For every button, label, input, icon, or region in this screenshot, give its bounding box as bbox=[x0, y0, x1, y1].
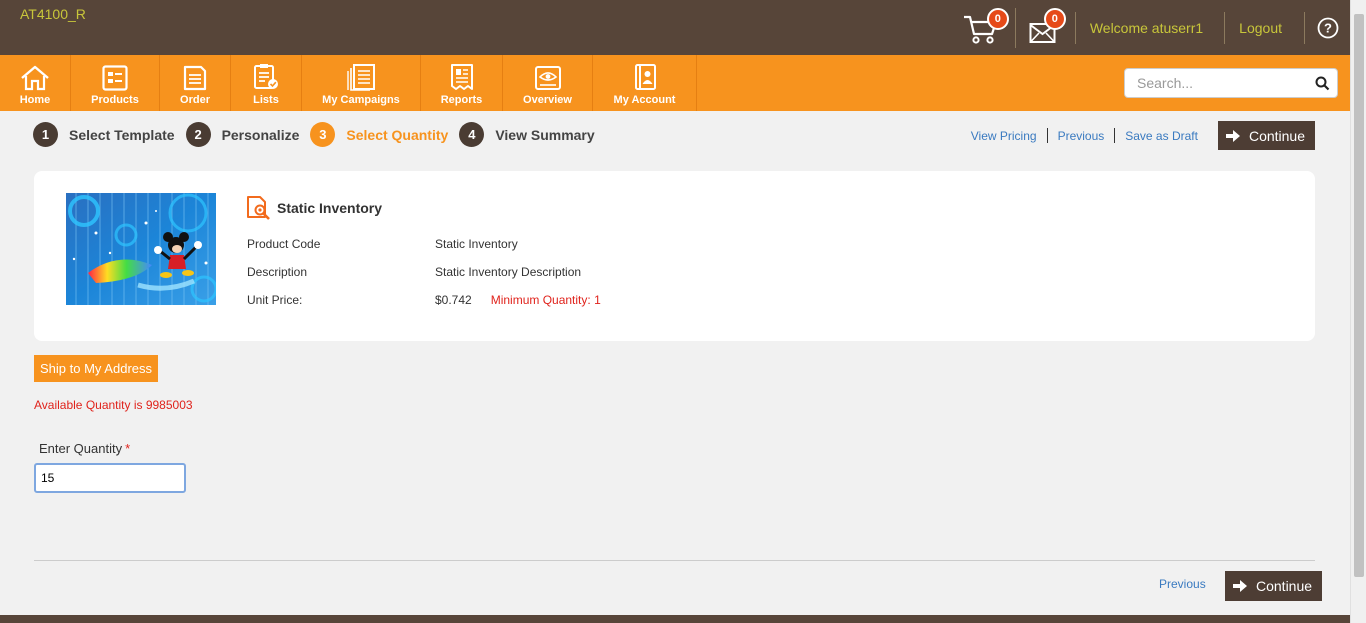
step-actions: View Pricing Previous Save as Draft Cont… bbox=[971, 121, 1315, 150]
step-label: Select Template bbox=[69, 126, 175, 143]
arrow-right-icon bbox=[1233, 580, 1247, 592]
step-number: 4 bbox=[459, 122, 485, 147]
order-icon bbox=[183, 65, 207, 91]
lists-icon bbox=[254, 64, 278, 89]
products-icon bbox=[102, 65, 128, 91]
mail-count-badge: 0 bbox=[1043, 7, 1066, 30]
product-title-row: Static Inventory bbox=[246, 195, 382, 220]
inventory-search-icon bbox=[247, 196, 270, 220]
cart-button[interactable]: 0 bbox=[957, 7, 1013, 48]
arrow-right-icon bbox=[1225, 129, 1240, 142]
campaigns-icon bbox=[347, 64, 375, 91]
detail-value: Static Inventory Description bbox=[435, 265, 582, 279]
product-details: Product Code Static Inventory Descriptio… bbox=[247, 237, 601, 321]
cart-count-badge: 0 bbox=[986, 7, 1009, 30]
messages-button[interactable]: 0 bbox=[1014, 7, 1075, 48]
continue-label: Continue bbox=[1248, 127, 1305, 144]
continue-button-top[interactable]: Continue bbox=[1217, 121, 1315, 150]
nav-overview[interactable]: Overview bbox=[503, 55, 593, 111]
quantity-input[interactable] bbox=[34, 463, 186, 493]
nav-my-account[interactable]: My Account bbox=[593, 55, 697, 111]
divider bbox=[1114, 128, 1116, 143]
nav-products[interactable]: Products bbox=[71, 55, 160, 111]
ship-to-my-address-button[interactable]: Ship to My Address bbox=[34, 355, 158, 382]
step-select-template[interactable]: 1 Select Template bbox=[33, 122, 175, 147]
product-thumbnail bbox=[66, 193, 216, 305]
step-label: View Summary bbox=[495, 126, 595, 143]
svg-text:?: ? bbox=[1324, 20, 1332, 35]
step-label: Personalize bbox=[221, 126, 300, 143]
detail-key: Description bbox=[247, 265, 308, 279]
overview-icon bbox=[534, 66, 561, 90]
nav-order[interactable]: Order bbox=[160, 55, 231, 111]
unit-price-row: Unit Price: $0.742 Minimum Quantity: 1 bbox=[247, 293, 601, 321]
nav-reports[interactable]: Reports bbox=[421, 55, 503, 111]
search-input[interactable] bbox=[1125, 69, 1305, 97]
detail-value: $0.742 bbox=[435, 293, 472, 307]
step-number: 3 bbox=[310, 122, 336, 147]
nav-home[interactable]: Home bbox=[0, 55, 71, 111]
product-code-row: Product Code Static Inventory bbox=[247, 237, 601, 265]
previous-link[interactable]: Previous bbox=[1058, 129, 1105, 143]
divider bbox=[1046, 128, 1048, 143]
step-select-quantity[interactable]: 3 Select Quantity bbox=[310, 122, 448, 147]
required-marker: * bbox=[125, 441, 131, 456]
detail-key: Unit Price: bbox=[247, 293, 303, 307]
nav-overview-label: Overview bbox=[523, 94, 572, 106]
nav-home-label: Home bbox=[19, 94, 51, 106]
nav-my-campaigns[interactable]: My Campaigns bbox=[302, 55, 421, 111]
main-nav: Home Products Order Lists My Campaigns R… bbox=[0, 55, 1350, 111]
wizard-steps: 1 Select Template 2 Personalize 3 Select… bbox=[33, 122, 606, 147]
minimum-quantity: Minimum Quantity: 1 bbox=[490, 293, 601, 307]
save-as-draft-link[interactable]: Save as Draft bbox=[1125, 129, 1198, 143]
detail-key: Product Code bbox=[247, 237, 321, 251]
step-number: 1 bbox=[33, 122, 58, 147]
view-pricing-link[interactable]: View Pricing bbox=[971, 129, 1037, 143]
search-icon[interactable] bbox=[1315, 76, 1330, 91]
nav-lists[interactable]: Lists bbox=[231, 55, 302, 111]
nav-my-campaigns-label: My Campaigns bbox=[322, 94, 400, 106]
site-code: AT4100_R bbox=[20, 6, 86, 22]
scrollbar-thumb[interactable] bbox=[1354, 14, 1364, 577]
nav-my-account-label: My Account bbox=[613, 94, 676, 106]
search-box bbox=[1124, 68, 1338, 98]
bottom-divider bbox=[34, 560, 1315, 561]
detail-value: Static Inventory bbox=[435, 237, 518, 251]
nav-lists-label: Lists bbox=[253, 94, 279, 106]
continue-label: Continue bbox=[1256, 578, 1313, 594]
step-label: Select Quantity bbox=[346, 126, 449, 143]
quantity-label: Enter Quantity * bbox=[39, 441, 130, 456]
nav-order-label: Order bbox=[180, 94, 210, 106]
nav-products-label: Products bbox=[91, 94, 139, 106]
description-row: Description Static Inventory Description bbox=[247, 265, 601, 293]
logout-link[interactable]: Logout bbox=[1224, 11, 1304, 44]
available-quantity: Available Quantity is 9985003 bbox=[34, 398, 193, 412]
previous-link-bottom[interactable]: Previous bbox=[1159, 577, 1206, 591]
footer-bar bbox=[0, 615, 1350, 623]
continue-button-bottom[interactable]: Continue bbox=[1225, 571, 1323, 601]
step-number: 2 bbox=[185, 122, 211, 147]
vertical-scrollbar[interactable] bbox=[1350, 0, 1366, 623]
reports-icon bbox=[450, 64, 473, 90]
step-view-summary[interactable]: 4 View Summary bbox=[459, 122, 595, 147]
top-bar: AT4100_R 0 0 Welcome atuserr1 Logout ? bbox=[0, 0, 1350, 55]
welcome-text: Welcome atuserr1 bbox=[1074, 11, 1224, 44]
help-button[interactable]: ? bbox=[1304, 11, 1350, 44]
nav-reports-label: Reports bbox=[440, 94, 483, 106]
help-icon: ? bbox=[1317, 17, 1338, 38]
step-personalize[interactable]: 2 Personalize bbox=[185, 122, 300, 147]
product-title: Static Inventory bbox=[277, 199, 383, 216]
top-right-actions: 0 0 Welcome atuserr1 Logout ? bbox=[957, 0, 1350, 55]
product-card: Static Inventory Product Code Static Inv… bbox=[34, 171, 1315, 341]
quantity-label-text: Enter Quantity bbox=[39, 441, 123, 456]
home-icon bbox=[21, 65, 49, 91]
account-icon bbox=[634, 64, 656, 90]
